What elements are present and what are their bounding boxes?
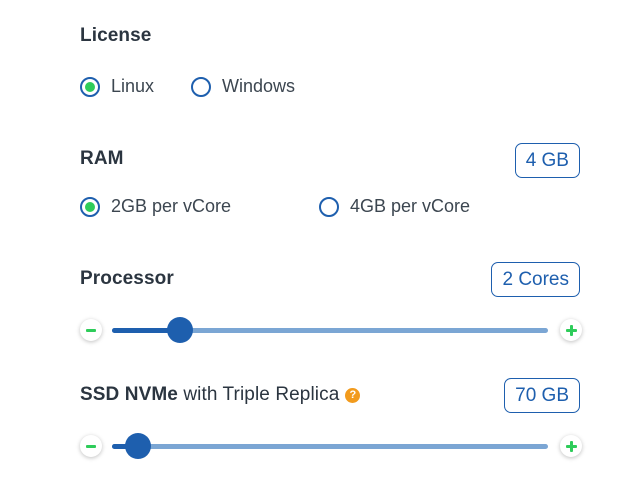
slider-track[interactable] bbox=[112, 317, 548, 343]
processor-slider[interactable] bbox=[80, 317, 582, 343]
radio-selected-icon[interactable] bbox=[80, 76, 100, 97]
slider-thumb[interactable] bbox=[166, 317, 193, 343]
ram-value-box[interactable]: 4 GB bbox=[514, 143, 580, 178]
radio-unselected-icon[interactable] bbox=[319, 196, 339, 217]
processor-title: Processor bbox=[80, 268, 174, 289]
ram-option-label: 2GB per vCore bbox=[111, 196, 232, 216]
slider-thumb[interactable] bbox=[125, 433, 152, 459]
slider-track[interactable] bbox=[112, 433, 548, 459]
license-option-linux[interactable]: Linux bbox=[80, 76, 154, 97]
plus-icon[interactable] bbox=[560, 435, 582, 457]
license-option-label: Windows bbox=[222, 76, 296, 96]
ssd-slider[interactable] bbox=[80, 433, 582, 459]
license-option-label: Linux bbox=[111, 76, 155, 96]
ssd-title-bold: SSD NVMe bbox=[80, 384, 178, 405]
ssd-title-rest: with Triple Replica bbox=[177, 384, 340, 405]
help-icon[interactable]: ? bbox=[345, 387, 361, 403]
processor-value-box[interactable]: 2 Cores bbox=[491, 262, 580, 297]
ram-title: RAM bbox=[80, 148, 124, 169]
ram-option-label: 4GB per vCore bbox=[350, 196, 471, 216]
license-option-windows[interactable]: Windows bbox=[191, 76, 295, 97]
ssd-value-box[interactable]: 70 GB bbox=[504, 378, 580, 413]
ram-option-2gb[interactable]: 2GB per vCore bbox=[80, 196, 231, 217]
ram-option-4gb[interactable]: 4GB per vCore bbox=[319, 196, 470, 217]
license-title: License bbox=[80, 25, 152, 46]
minus-icon[interactable] bbox=[80, 319, 102, 341]
plus-icon[interactable] bbox=[560, 319, 582, 341]
radio-unselected-icon[interactable] bbox=[191, 76, 211, 97]
minus-icon[interactable] bbox=[80, 435, 102, 457]
ssd-title: SSD NVMe with Triple Replica? bbox=[80, 384, 361, 406]
radio-selected-icon[interactable] bbox=[80, 196, 100, 217]
